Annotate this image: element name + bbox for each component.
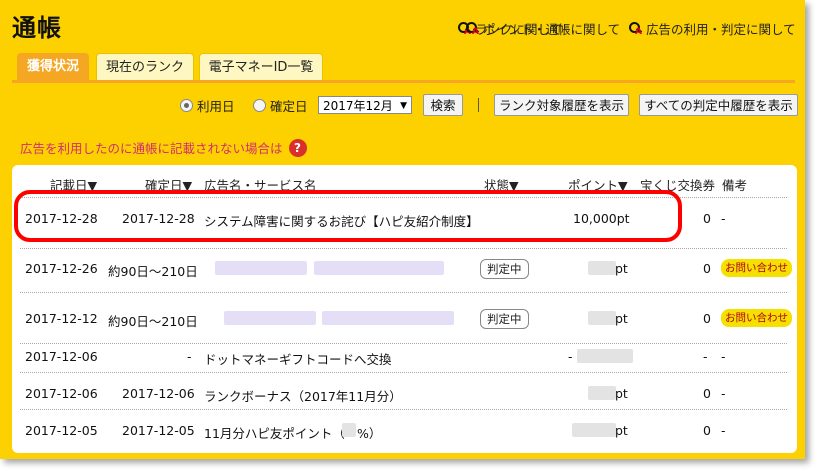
contact-button[interactable]: お問い合わせ — [721, 309, 792, 327]
notice-text: 広告を利用したのに通帳に記載されない場合は — [20, 141, 283, 156]
recorded-date: 2017-12-06 — [25, 386, 98, 401]
contact-button[interactable]: お問い合わせ — [721, 259, 792, 277]
highlight-annotation — [14, 190, 682, 242]
recorded-date: 2017-12-06 — [25, 349, 98, 364]
redacted-points — [577, 349, 633, 363]
rank-history-button[interactable]: ランク対象履歴を表示 — [494, 94, 629, 116]
month-select[interactable]: 2017年12月 ▼ — [318, 96, 412, 114]
ad-help-label: 広告の利用・判定に関して — [646, 22, 796, 37]
chevron-down-icon: ▼ — [400, 101, 407, 111]
confirmed-date: 2017-12-06 — [122, 386, 195, 401]
ad-name-suffix: %） — [357, 426, 382, 441]
recorded-date: 2017-12-12 — [25, 311, 98, 326]
redacted-points — [588, 261, 616, 275]
tab-current-rank[interactable]: 現在のランク — [96, 53, 194, 81]
radio-unselected-icon — [253, 99, 266, 112]
recorded-date: 2017-12-26 — [25, 261, 98, 276]
points-help-link[interactable]: A ポイント・通帳に関して — [466, 19, 620, 38]
points-unit: pt — [615, 386, 628, 401]
tab-emoney-ids[interactable]: 電子マネーID一覧 — [199, 53, 323, 81]
ad-help-link[interactable]: A 広告の利用・判定に関して — [629, 19, 796, 38]
radio-usage-date[interactable]: 利用日 — [180, 96, 235, 115]
points-search-icon: A — [466, 21, 480, 37]
redacted-ad-name — [314, 261, 444, 275]
redacted-ad-name — [224, 311, 316, 325]
tab-earnings[interactable]: 獲得状況 — [17, 53, 89, 80]
lottery-value: - — [703, 349, 708, 364]
ad-name: 11月分ハピ友ポイント（ — [204, 426, 345, 441]
toolbar-divider — [478, 98, 479, 112]
redacted-percentage — [342, 423, 356, 437]
radio-usage-date-label: 利用日 — [196, 99, 235, 114]
note-value: - — [721, 349, 726, 364]
confirmed-date: - — [187, 349, 192, 364]
confirmed-date: 約90日～210日 — [108, 314, 198, 329]
lottery-value: 0 — [703, 423, 711, 438]
points-value: - — [568, 349, 573, 364]
recorded-date: 2017-12-05 — [25, 423, 98, 438]
tab-underline — [12, 80, 795, 83]
redacted-points — [588, 311, 616, 325]
row-divider — [20, 248, 787, 249]
ad-search-icon: A — [629, 21, 643, 37]
row-divider — [20, 409, 787, 410]
header-note: 備考 — [722, 178, 748, 193]
question-icon[interactable]: ? — [288, 138, 307, 157]
row-divider — [20, 343, 787, 344]
points-unit: pt — [615, 261, 628, 276]
lottery-value: 0 — [703, 261, 711, 276]
note-value: - — [721, 423, 726, 438]
redacted-ad-name — [322, 311, 454, 325]
all-pending-history-button[interactable]: すべての判定中履歴を表示 — [639, 94, 798, 116]
radio-selected-icon — [180, 99, 193, 112]
lottery-value: 0 — [703, 211, 711, 226]
redacted-points — [588, 386, 616, 400]
note-value: - — [721, 386, 726, 401]
missing-record-notice[interactable]: 広告を利用したのに通帳に記載されない場合は ? — [20, 138, 307, 157]
row-divider — [20, 292, 787, 293]
points-unit: pt — [615, 311, 628, 326]
lottery-value: 0 — [703, 386, 711, 401]
row-divider — [20, 372, 787, 373]
page-title: 通帳 — [12, 14, 62, 42]
confirmed-date: 2017-12-05 — [122, 423, 195, 438]
passbook-frame: 通帳 A ランクに関して A ポイント・通帳に関して A 広告の利用・判定に関し… — [0, 0, 805, 459]
radio-confirm-date-label: 確定日 — [269, 99, 308, 114]
search-button[interactable]: 検索 — [423, 94, 463, 116]
points-unit: pt — [615, 423, 628, 438]
redacted-points — [572, 423, 616, 437]
points-help-label: ポイント・通帳に関して — [483, 22, 621, 37]
lottery-value: 0 — [703, 311, 711, 326]
ad-name: ランクボーナス（2017年11月分） — [204, 389, 402, 404]
ad-name: ドットマネーギフトコードへ交換 — [204, 352, 392, 367]
confirmed-date: 約90日～210日 — [108, 264, 198, 279]
radio-confirm-date[interactable]: 確定日 — [253, 96, 308, 115]
status-badge: 判定中 — [480, 309, 529, 329]
redacted-ad-name — [215, 261, 307, 275]
status-badge: 判定中 — [480, 259, 529, 279]
note-value: - — [721, 211, 726, 226]
month-select-value: 2017年12月 — [323, 99, 393, 113]
